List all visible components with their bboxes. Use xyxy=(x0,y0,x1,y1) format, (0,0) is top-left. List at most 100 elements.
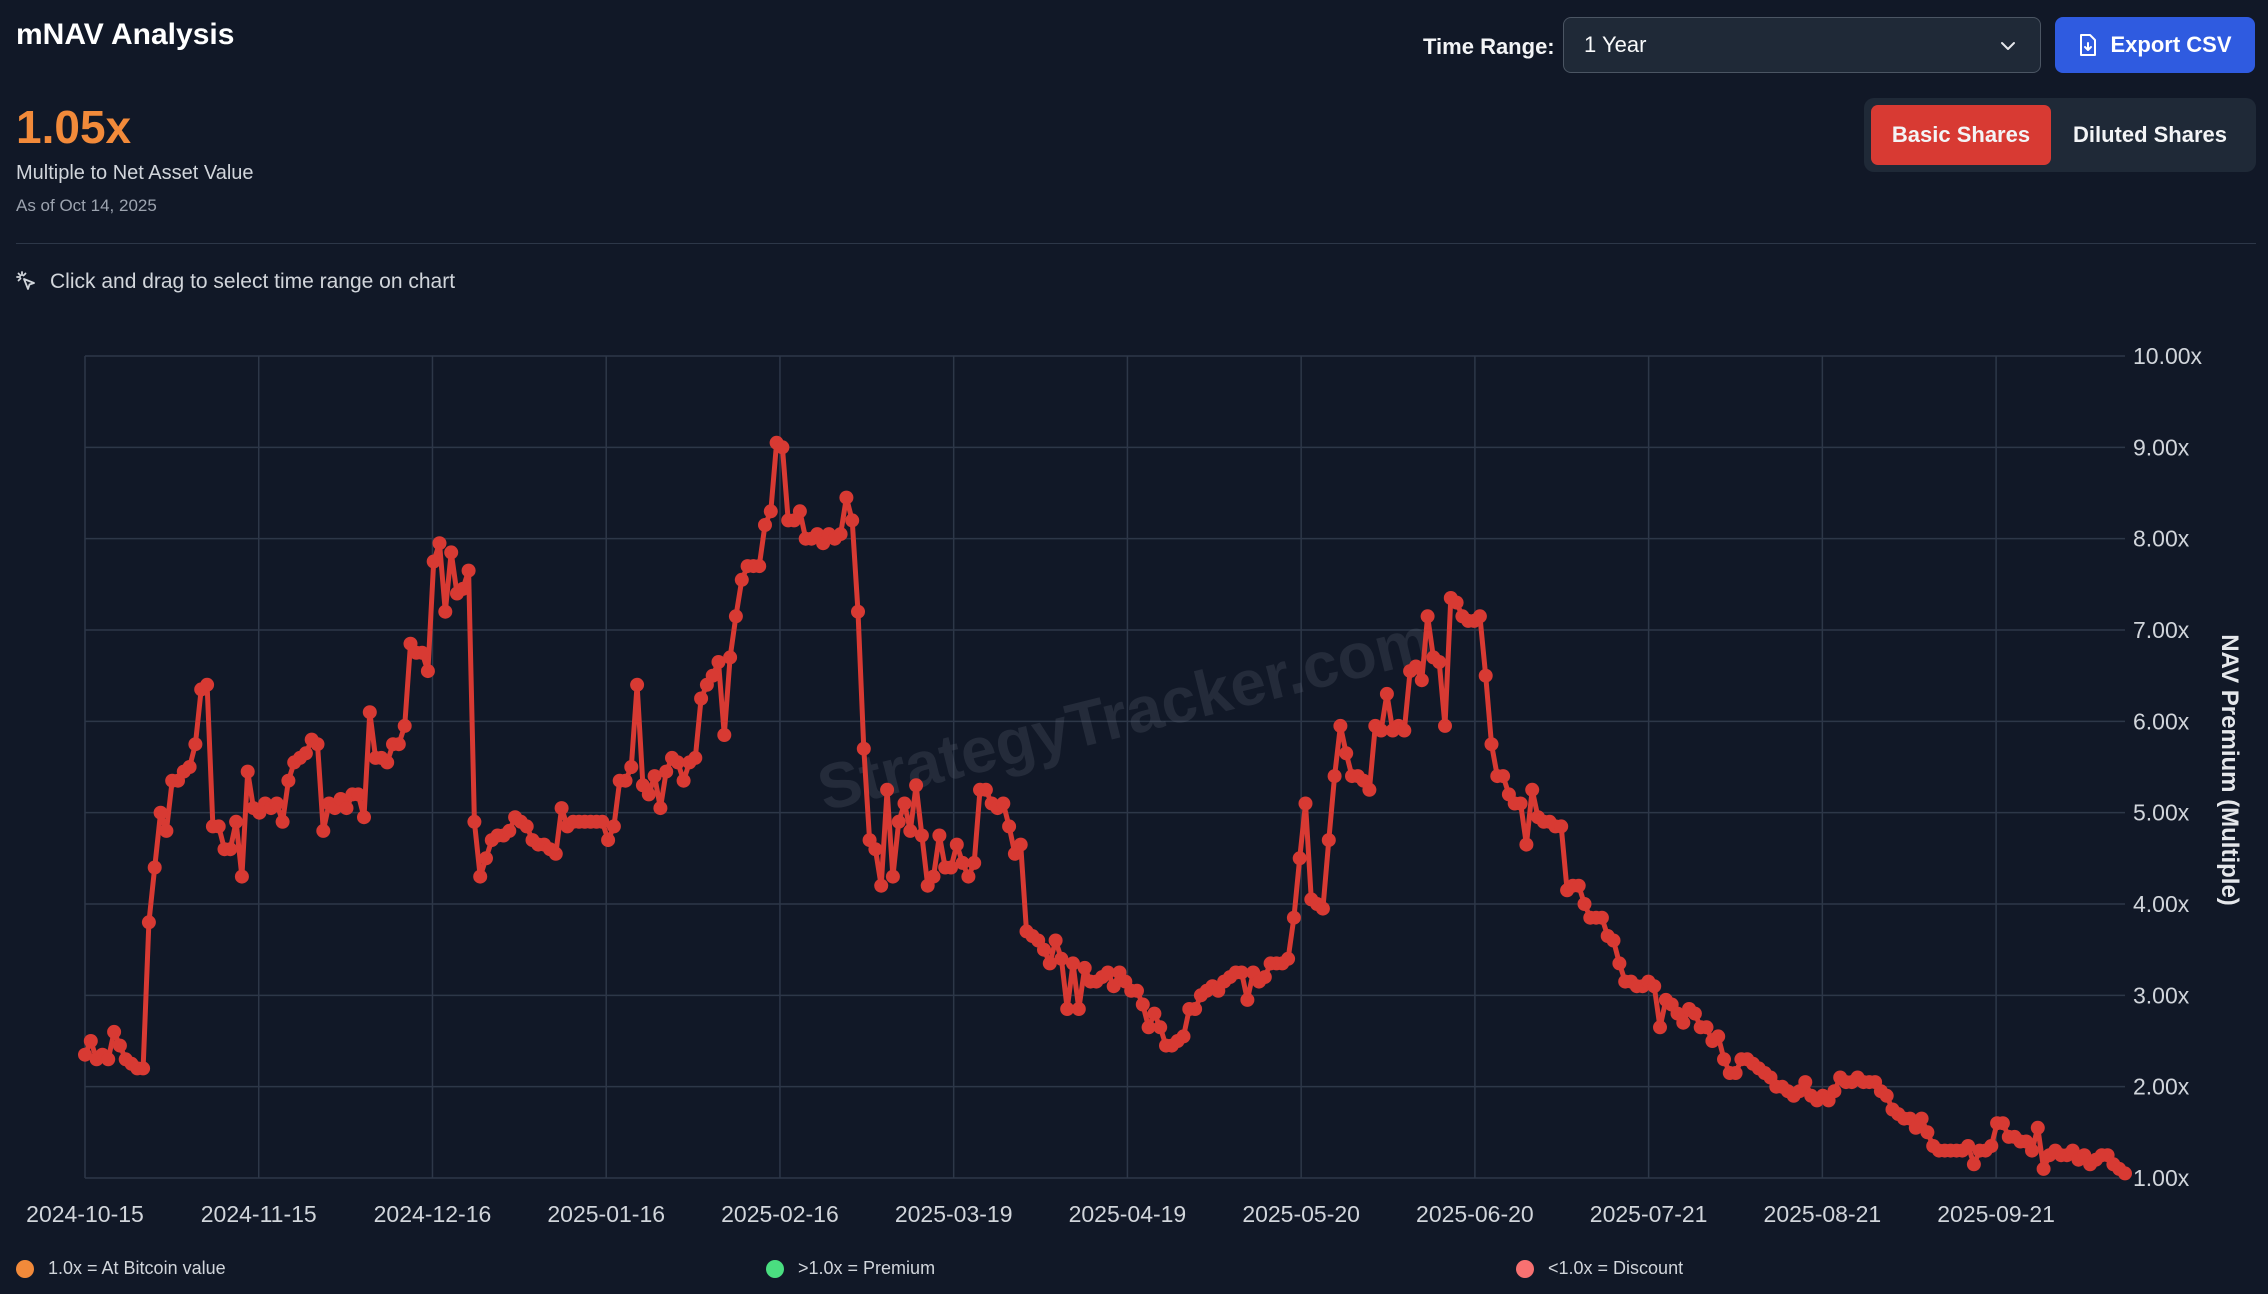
data-point xyxy=(659,764,674,779)
data-point xyxy=(1281,951,1296,966)
data-point xyxy=(1914,1111,1929,1126)
data-point xyxy=(1327,769,1342,784)
data-point xyxy=(961,869,976,884)
legend-dot xyxy=(766,1259,784,1278)
data-point xyxy=(694,691,709,706)
data-point xyxy=(112,1038,127,1053)
data-point xyxy=(1484,737,1499,752)
data-point xyxy=(1013,837,1028,852)
data-point xyxy=(461,563,476,578)
y-tick-label: 1.00x xyxy=(2133,1165,2190,1191)
x-tick-label: 2025-08-21 xyxy=(1764,1201,1882,1227)
data-point xyxy=(845,513,860,528)
data-point xyxy=(851,604,865,619)
data-point xyxy=(1408,659,1423,674)
cursor-click-icon xyxy=(16,271,35,290)
data-point xyxy=(2118,1166,2132,1181)
data-point xyxy=(775,440,790,455)
data-point xyxy=(473,869,488,884)
data-point xyxy=(1653,1020,1667,1035)
time-range-label: Time Range: xyxy=(1423,34,1555,59)
mnav-chart[interactable]: StrategyTracker.com 10.00x 9.00x 8.00x 7.00… xyxy=(0,300,2268,1240)
data-point xyxy=(1298,796,1313,811)
data-point xyxy=(1432,655,1447,669)
data-point xyxy=(891,814,906,829)
data-point xyxy=(723,650,738,665)
data-point xyxy=(717,728,732,742)
data-point xyxy=(502,823,517,838)
data-point xyxy=(211,819,226,834)
legend-item-bitcoin-value: 1.0x = At Bitcoin value xyxy=(16,1258,226,1279)
data-point xyxy=(1472,609,1487,624)
data-point xyxy=(415,645,430,660)
data-point xyxy=(752,559,767,574)
data-point xyxy=(1414,673,1429,688)
data-point xyxy=(1519,837,1534,852)
data-point xyxy=(624,760,639,774)
share-type-toggle: Basic Shares Diluted Shares xyxy=(1864,98,2256,172)
data-point xyxy=(1571,878,1586,893)
data-point xyxy=(676,773,691,788)
data-point xyxy=(357,810,371,825)
data-point xyxy=(734,572,749,587)
export-csv-button[interactable]: Export CSV xyxy=(2055,17,2255,73)
data-point xyxy=(1077,960,1092,975)
basic-shares-button[interactable]: Basic Shares xyxy=(1871,105,2051,165)
x-tick-label: 2025-01-16 xyxy=(547,1201,665,1227)
data-point xyxy=(1147,1006,1162,1021)
x-tick-label: 2025-06-20 xyxy=(1416,1201,1534,1227)
chevron-down-icon xyxy=(2001,42,2015,50)
data-point xyxy=(1449,595,1464,610)
x-tick-label: 2025-09-21 xyxy=(1937,1201,2055,1227)
y-tick-label: 3.00x xyxy=(2133,982,2190,1008)
data-point xyxy=(298,746,313,761)
data-point xyxy=(758,518,772,532)
data-point xyxy=(967,855,982,870)
data-point xyxy=(1037,942,1051,957)
data-point xyxy=(1153,1020,1168,1035)
data-point xyxy=(1135,997,1150,1012)
data-point xyxy=(1728,1066,1743,1080)
data-point xyxy=(554,801,569,816)
data-point xyxy=(136,1061,151,1076)
data-point xyxy=(182,760,197,774)
data-point xyxy=(630,677,645,692)
y-tick-label: 9.00x xyxy=(2133,434,2190,460)
data-point xyxy=(2036,1161,2051,1176)
y-tick-label: 10.00x xyxy=(2133,343,2203,369)
diluted-shares-button[interactable]: Diluted Shares xyxy=(2055,105,2245,165)
data-point xyxy=(107,1024,122,1039)
time-range-select[interactable]: 1 Year xyxy=(1563,17,2041,73)
data-point xyxy=(397,718,412,733)
data-point xyxy=(978,782,993,797)
data-point xyxy=(1798,1075,1813,1090)
data-point xyxy=(83,1034,98,1048)
data-point xyxy=(1362,782,1377,797)
data-point xyxy=(839,490,854,505)
data-point xyxy=(438,604,453,619)
data-point xyxy=(1188,1002,1203,1016)
y-tick-label: 8.00x xyxy=(2133,526,2190,552)
series-line xyxy=(82,440,2128,1176)
legend-dot xyxy=(1516,1259,1534,1278)
data-point xyxy=(763,504,778,519)
data-point xyxy=(1606,933,1621,948)
data-point xyxy=(705,668,720,683)
data-point xyxy=(1554,819,1569,834)
data-point xyxy=(1438,718,1452,733)
mnav-value: 1.05x xyxy=(16,101,132,153)
data-point xyxy=(269,796,284,811)
data-point xyxy=(1240,992,1255,1007)
data-point xyxy=(467,814,482,829)
time-range-value: 1 Year xyxy=(1584,32,1647,57)
data-point xyxy=(874,878,889,893)
data-point xyxy=(1257,970,1272,985)
data-point xyxy=(1879,1088,1894,1103)
page-title: mNAV Analysis xyxy=(16,18,235,51)
data-point xyxy=(1920,1125,1935,1140)
data-point xyxy=(519,819,534,834)
data-point xyxy=(275,814,290,829)
data-point xyxy=(240,764,255,779)
x-tick-label: 2025-07-21 xyxy=(1590,1201,1708,1227)
data-point xyxy=(688,750,703,765)
